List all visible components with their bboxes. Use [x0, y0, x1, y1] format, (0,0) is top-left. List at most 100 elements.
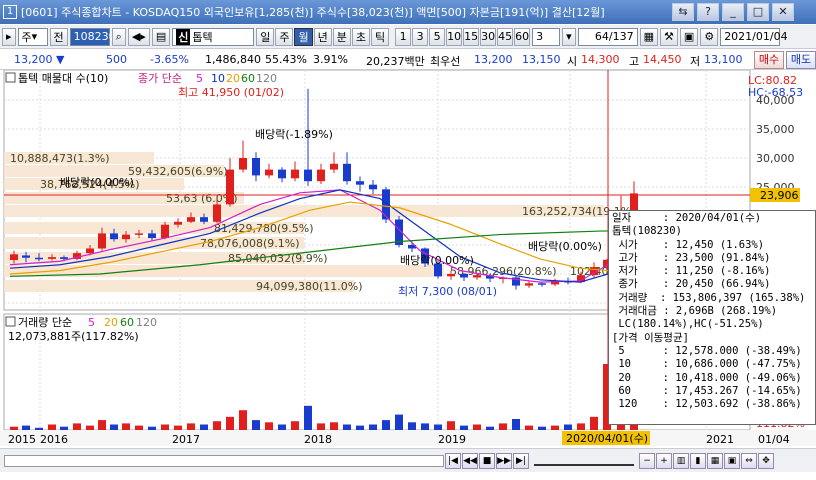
volume-bar [356, 425, 364, 430]
scroll-next-icon[interactable]: ▶▶ [496, 452, 512, 469]
toolbar: ▸ 주 ▾ 전 108230 ⌕ ◀▸ ▤ 신 톱텍 일주월년분초틱 1 3 5 10 15… [0, 25, 816, 49]
volume-bar [408, 422, 416, 430]
period-tab-2[interactable]: 월 [294, 27, 313, 46]
date-field[interactable]: 2021/01/04 [720, 27, 788, 46]
current-price-tag-text: 23,906 [760, 189, 799, 202]
list-icon[interactable]: ▤ [151, 27, 171, 46]
name-field[interactable]: 신 톱텍 [172, 27, 255, 46]
candle-down [110, 233, 118, 240]
pan-icon[interactable]: ✥ [758, 452, 774, 469]
x-axis-label: 2015 [8, 433, 36, 446]
quote-bar: 13,200 ▼ 500 -3.65% 1,486,840 55.43% 3.9… [0, 50, 816, 70]
page-total: /137 [608, 30, 634, 43]
bars-icon[interactable]: ▮ [690, 452, 706, 469]
candle-up [86, 248, 94, 254]
period-tab-4[interactable]: 분 [332, 27, 351, 46]
zoom-in-icon[interactable]: + [656, 452, 672, 469]
chart-icon[interactable]: ▦ [639, 27, 659, 46]
interval-tab-60[interactable]: 60 [514, 27, 531, 46]
scroll-first-icon[interactable]: |◀ [445, 452, 461, 469]
interval-tab-45[interactable]: 45 [497, 27, 514, 46]
tooltip-line-11: 10 : 10,686.000 (-47.75%) [612, 358, 802, 371]
volume-value: 1,486,840 [205, 53, 261, 66]
candle-down [538, 283, 546, 285]
volume-profile-label: 81,429,780(9.5%) [214, 222, 314, 235]
candle-down [252, 158, 260, 176]
period-tab-5[interactable]: 초 [351, 27, 370, 46]
volume-profile-label: 10,888,473(1.3%) [10, 152, 110, 165]
volume-bar [564, 424, 572, 430]
period-tab-1[interactable]: 주 [275, 27, 294, 46]
candle-up [239, 158, 247, 170]
tool-icon[interactable]: ⚒ [660, 27, 678, 46]
tooltip-line-1: 톱텍(108230) [612, 225, 682, 238]
ma-period-120: 120 [256, 72, 277, 85]
volume-profile-bar [4, 205, 604, 217]
help-button[interactable]: ? [697, 3, 719, 21]
volume-ma-60: 60 [120, 316, 134, 329]
ma-title: 종가 단순 [138, 72, 182, 85]
interval-tab-10[interactable]: 10 [446, 27, 463, 46]
horizontal-scrollbar[interactable] [4, 454, 444, 467]
scroll-last-icon[interactable]: ▶| [513, 452, 529, 469]
interval-tab-15[interactable]: 15 [463, 27, 480, 46]
count-stepper[interactable]: ▾ [562, 27, 576, 46]
low-price: 13,100 [704, 53, 743, 66]
search-icon[interactable]: ⌕ [111, 27, 126, 46]
save-icon[interactable]: ▣ [679, 27, 699, 46]
buy-button[interactable]: 매수 [754, 51, 784, 69]
min-price-label: 최저 7,300 (08/01) [398, 285, 497, 298]
zoom-out-icon[interactable]: − [639, 452, 655, 469]
interval-tab-30[interactable]: 30 [480, 27, 497, 46]
ma-period-60: 60 [241, 72, 255, 85]
volume-bar [486, 426, 494, 430]
data-tooltip: 일자 : 2020/04/01(수) 톱텍(108230) 시가 : 12,450… [608, 210, 816, 425]
period-tab-0[interactable]: 일 [256, 27, 275, 46]
volume-bar [421, 423, 429, 430]
sell-button[interactable]: 매도 [786, 51, 816, 69]
fit-icon[interactable]: ⇔ [741, 452, 757, 469]
hc-label: HC:-68.53 [748, 86, 803, 99]
interval-tab-3[interactable]: 3 [412, 27, 429, 46]
candle-up [473, 275, 481, 278]
link-button[interactable]: ⇆ [672, 3, 694, 21]
auto-icon[interactable]: ▣ [724, 452, 740, 469]
candle-down [460, 274, 468, 278]
interval-tabs: 1 3 5 10 15 30 45 60 [395, 27, 531, 46]
volume-bar [460, 425, 468, 430]
interval-tab-5[interactable]: 5 [429, 27, 446, 46]
gear-icon[interactable]: ⚙ [700, 27, 719, 46]
speaker-icon[interactable]: ◀▸ [127, 27, 150, 46]
candle-up [291, 169, 299, 179]
period-tab-3[interactable]: 년 [313, 27, 332, 46]
page-input[interactable]: 64/137 [577, 27, 638, 46]
volume-bar [213, 421, 221, 430]
x-axis-label: 2021 [706, 433, 734, 446]
market-select[interactable]: 주 ▾ [17, 27, 48, 46]
count-input[interactable]: 3 [532, 27, 561, 46]
expand-icon[interactable]: ▸ [2, 27, 16, 46]
x-axis-label: 2016 [40, 433, 68, 446]
high-label: 고 [629, 55, 640, 68]
layout-icon[interactable]: ▥ [673, 452, 689, 469]
grid-icon[interactable]: ▦ [707, 452, 723, 469]
volume-bar [447, 421, 455, 430]
minimize-button[interactable]: _ [722, 3, 744, 21]
stop-icon[interactable]: ■ [479, 452, 495, 469]
volume-bar [22, 425, 30, 430]
type-button[interactable]: 전 [49, 27, 68, 46]
name-prefix-icon: 신 [176, 28, 191, 45]
cursor-date-text: 2020/04/01(수) [566, 432, 648, 445]
candle-down [369, 184, 377, 190]
scroll-prev-icon[interactable]: ◀◀ [462, 452, 478, 469]
interval-tab-1[interactable]: 1 [395, 27, 412, 46]
code-input[interactable]: 108230 [69, 27, 116, 46]
period-tab-6[interactable]: 틱 [370, 27, 390, 46]
volume-bar [525, 425, 533, 430]
window-number: 1 [3, 5, 17, 19]
volume-ma-120: 120 [136, 316, 157, 329]
tooltip-line-5: 종가 : 20,450 (66.94%) [612, 278, 771, 291]
zoom-slider[interactable] [534, 456, 634, 466]
close-button[interactable]: ✕ [772, 3, 794, 21]
maximize-button[interactable]: □ [747, 3, 769, 21]
